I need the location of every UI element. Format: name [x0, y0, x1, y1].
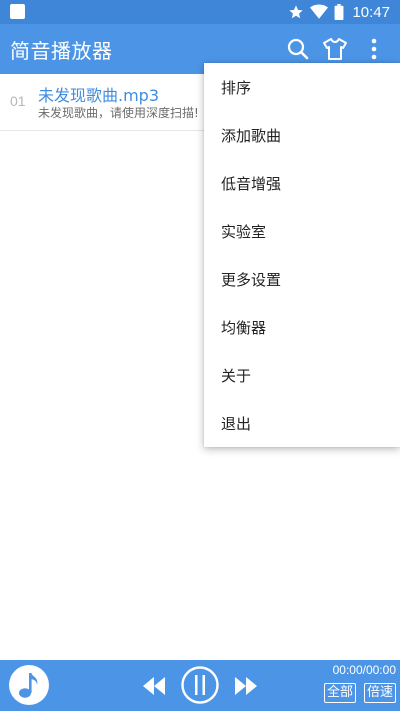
tshirt-icon — [323, 38, 347, 60]
status-icons: 10:47 — [288, 2, 390, 22]
overflow-menu: 排序 添加歌曲 低音增强 实验室 更多设置 均衡器 关于 退出 — [204, 63, 400, 447]
menu-item-lab[interactable]: 实验室 — [204, 207, 400, 255]
more-options-button[interactable] — [359, 34, 389, 64]
previous-button[interactable] — [141, 675, 167, 697]
menu-item-equalizer[interactable]: 均衡器 — [204, 303, 400, 351]
status-bar: 10:47 — [0, 0, 400, 24]
battery-icon — [334, 4, 344, 20]
app-notification-icon — [10, 4, 25, 19]
speed-button[interactable]: 倍速 — [364, 683, 397, 703]
app-title: 简音播放器 — [10, 39, 113, 63]
song-title: 未发现歌曲.mp3 — [38, 86, 160, 105]
playback-time: 00:00/00:00 — [332, 663, 396, 677]
status-time: 10:47 — [352, 3, 390, 21]
star-icon — [288, 4, 304, 20]
menu-item-bass-boost[interactable]: 低音增强 — [204, 159, 400, 207]
play-scope-button[interactable]: 全部 — [324, 683, 357, 703]
menu-item-sort[interactable]: 排序 — [204, 63, 400, 111]
screen: 10:47 简音播放器 01 未发现歌曲.mp3 未发现歌曲，请使用深度扫描! … — [0, 0, 400, 711]
menu-item-add-songs[interactable]: 添加歌曲 — [204, 111, 400, 159]
search-button[interactable] — [283, 34, 313, 64]
wifi-icon — [310, 4, 329, 20]
music-note-icon — [19, 673, 38, 698]
player-bar: 00:00/00:00 全部 倍速 — [0, 660, 400, 711]
now-playing-art[interactable] — [9, 665, 49, 705]
search-icon — [287, 38, 309, 60]
song-subtitle: 未发现歌曲，请使用深度扫描! — [38, 106, 199, 120]
menu-item-more-settings[interactable]: 更多设置 — [204, 255, 400, 303]
menu-item-about[interactable]: 关于 — [204, 351, 400, 399]
pause-icon — [181, 666, 219, 704]
song-index: 01 — [10, 93, 26, 109]
next-button[interactable] — [233, 675, 259, 697]
previous-icon — [143, 677, 165, 695]
more-vert-icon — [371, 38, 377, 60]
next-icon — [235, 677, 257, 695]
play-pause-button[interactable] — [180, 665, 220, 705]
theme-button[interactable] — [320, 34, 350, 64]
menu-item-exit[interactable]: 退出 — [204, 399, 400, 447]
